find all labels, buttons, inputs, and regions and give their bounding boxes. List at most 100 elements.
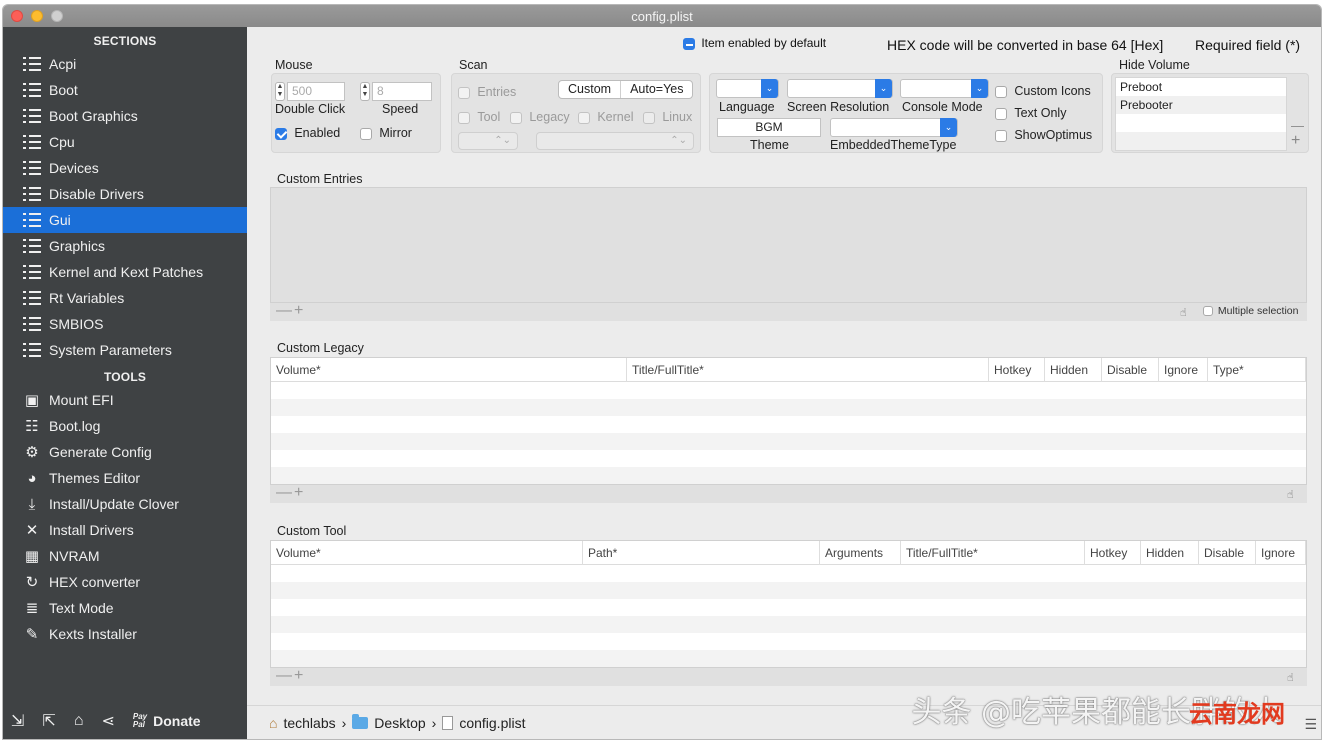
- screen-resolution-dropdown[interactable]: ⌄: [787, 79, 893, 98]
- import-icon[interactable]: ⇲: [11, 711, 24, 731]
- table-row[interactable]: [271, 599, 1306, 616]
- hand-icon[interactable]: ☝: [1287, 488, 1294, 501]
- column-header[interactable]: Title/FullTitle*: [901, 541, 1085, 565]
- donate-button[interactable]: Pay Pal Donate: [133, 713, 201, 730]
- sidebar-item-cpu[interactable]: Cpu: [3, 129, 247, 155]
- double-click-stepper[interactable]: ▲ ▼: [275, 82, 285, 101]
- tool-item-kexts-installer[interactable]: ✎ Kexts Installer: [3, 621, 247, 647]
- close-window-button[interactable]: [11, 10, 23, 22]
- breadcrumb-item-config[interactable]: config.plist: [459, 715, 525, 731]
- column-header[interactable]: Hotkey: [1085, 541, 1141, 565]
- table-row[interactable]: [271, 633, 1306, 650]
- custom-legacy-remove-button[interactable]: —: [276, 484, 292, 502]
- language-dropdown[interactable]: ⌄: [716, 79, 779, 98]
- table-row[interactable]: [271, 450, 1306, 467]
- sidebar-item-graphics[interactable]: Graphics: [3, 233, 247, 259]
- column-header[interactable]: Hotkey: [989, 358, 1045, 382]
- scan-entries-checkbox[interactable]: [458, 86, 470, 99]
- column-header[interactable]: Ignore: [1256, 541, 1306, 565]
- hide-volume-remove-button[interactable]: —: [1291, 118, 1304, 133]
- tool-item-mount-efi[interactable]: ▣ Mount EFI: [3, 387, 247, 413]
- scan-tool-toggle[interactable]: Tool: [458, 110, 500, 124]
- custom-tool-table[interactable]: Volume* Path* Arguments Title/FullTitle* Hot…: [270, 540, 1307, 668]
- table-row[interactable]: [271, 616, 1306, 633]
- hand-icon[interactable]: ☝: [1287, 671, 1294, 684]
- scan-tool-checkbox[interactable]: [458, 111, 470, 124]
- scan-entries-toggle[interactable]: Entries: [458, 85, 516, 99]
- sidebar-item-kernel-and-kext-patches[interactable]: Kernel and Kext Patches: [3, 259, 247, 285]
- scan-legacy-checkbox[interactable]: [510, 111, 522, 124]
- table-row[interactable]: [271, 467, 1306, 484]
- mouse-enabled-checkbox[interactable]: [275, 127, 287, 140]
- embedded-theme-dropdown[interactable]: ⌄: [830, 118, 958, 137]
- custom-legacy-table[interactable]: Volume* Title/FullTitle* Hotkey Hidden Disab…: [270, 357, 1307, 485]
- table-row[interactable]: [271, 582, 1306, 599]
- multiple-selection-toggle[interactable]: Multiple selection: [1203, 305, 1298, 317]
- scan-linux-checkbox[interactable]: [643, 111, 655, 124]
- show-optimus-checkbox[interactable]: [995, 129, 1007, 142]
- hand-icon[interactable]: ☝: [1180, 306, 1187, 319]
- scan-legacy-popup[interactable]: ⌃⌄: [458, 132, 518, 150]
- home-icon[interactable]: ⌂: [74, 712, 84, 730]
- mouse-enabled-toggle[interactable]: Enabled: [275, 126, 340, 140]
- table-row[interactable]: [271, 565, 1306, 582]
- mouse-mirror-checkbox[interactable]: [360, 127, 372, 140]
- scan-kernel-toggle[interactable]: Kernel: [578, 110, 633, 124]
- tool-item-generate-config[interactable]: ⚙ Generate Config: [3, 439, 247, 465]
- theme-input[interactable]: BGM: [717, 118, 821, 137]
- scan-mode-segmented[interactable]: Custom Auto=Yes: [558, 80, 694, 99]
- column-header[interactable]: Disable: [1199, 541, 1256, 565]
- minimize-window-button[interactable]: [31, 10, 43, 22]
- custom-tool-remove-button[interactable]: —: [276, 667, 292, 685]
- column-header[interactable]: Title/FullTitle*: [627, 358, 989, 382]
- table-row[interactable]: [271, 399, 1306, 416]
- sidebar-item-boot[interactable]: Boot: [3, 77, 247, 103]
- column-header[interactable]: Disable: [1102, 358, 1159, 382]
- tool-item-hex-converter[interactable]: ↻ HEX converter: [3, 569, 247, 595]
- column-header[interactable]: Ignore: [1159, 358, 1208, 382]
- sidebar-item-system-parameters[interactable]: System Parameters: [3, 337, 247, 363]
- table-row[interactable]: [271, 433, 1306, 450]
- custom-legacy-add-button[interactable]: +: [294, 484, 303, 502]
- table-row[interactable]: [271, 650, 1306, 667]
- column-header[interactable]: Type*: [1208, 358, 1306, 382]
- column-header[interactable]: Hidden: [1141, 541, 1199, 565]
- sidebar-item-disable-drivers[interactable]: Disable Drivers: [3, 181, 247, 207]
- sidebar-item-rt-variables[interactable]: Rt Variables: [3, 285, 247, 311]
- zoom-window-button[interactable]: [51, 10, 63, 22]
- column-header[interactable]: Volume*: [271, 541, 583, 565]
- text-only-checkbox[interactable]: [995, 107, 1007, 120]
- scan-legacy-toggle[interactable]: Legacy: [510, 110, 570, 124]
- breadcrumb-item-techlabs[interactable]: techlabs: [283, 715, 335, 731]
- sidebar-item-devices[interactable]: Devices: [3, 155, 247, 181]
- tool-item-nvram[interactable]: ▦ NVRAM: [3, 543, 247, 569]
- tool-item-themes-editor[interactable]: ◕ Themes Editor: [3, 465, 247, 491]
- custom-tool-add-button[interactable]: +: [294, 667, 303, 685]
- scan-linux-toggle[interactable]: Linux: [643, 110, 692, 124]
- speed-input[interactable]: 8: [372, 82, 432, 101]
- show-optimus-toggle[interactable]: ShowOptimus: [995, 128, 1092, 142]
- custom-icons-checkbox[interactable]: [995, 85, 1007, 98]
- double-click-input[interactable]: 500: [287, 82, 345, 101]
- tool-item-install-drivers[interactable]: ✕ Install Drivers: [3, 517, 247, 543]
- scan-autoyes-segment[interactable]: Auto=Yes: [620, 81, 692, 98]
- scan-custom-segment[interactable]: Custom: [559, 81, 620, 98]
- column-header[interactable]: Volume*: [271, 358, 627, 382]
- tool-item-text-mode[interactable]: ≣ Text Mode: [3, 595, 247, 621]
- sidebar-item-gui[interactable]: Gui: [3, 207, 247, 233]
- list-icon[interactable]: ☰: [1304, 716, 1317, 733]
- hide-volume-list[interactable]: Preboot Prebooter: [1115, 77, 1287, 151]
- mouse-mirror-toggle[interactable]: Mirror: [360, 126, 412, 140]
- custom-entries-list[interactable]: [270, 187, 1307, 303]
- custom-entries-add-button[interactable]: +: [294, 302, 303, 320]
- tool-item-install-update-clover[interactable]: ⤓ Install/Update Clover: [3, 491, 247, 517]
- custom-icons-toggle[interactable]: Custom Icons: [995, 84, 1091, 98]
- multiple-selection-checkbox[interactable]: [1203, 306, 1213, 317]
- hide-volume-add-button[interactable]: +: [1291, 132, 1300, 150]
- tool-item-boot-log[interactable]: ☷ Boot.log: [3, 413, 247, 439]
- sidebar-item-boot-graphics[interactable]: Boot Graphics: [3, 103, 247, 129]
- column-header[interactable]: Arguments: [820, 541, 901, 565]
- sidebar-item-acpi[interactable]: Acpi: [3, 51, 247, 77]
- hide-volume-item[interactable]: Prebooter: [1116, 96, 1286, 114]
- column-header[interactable]: Hidden: [1045, 358, 1102, 382]
